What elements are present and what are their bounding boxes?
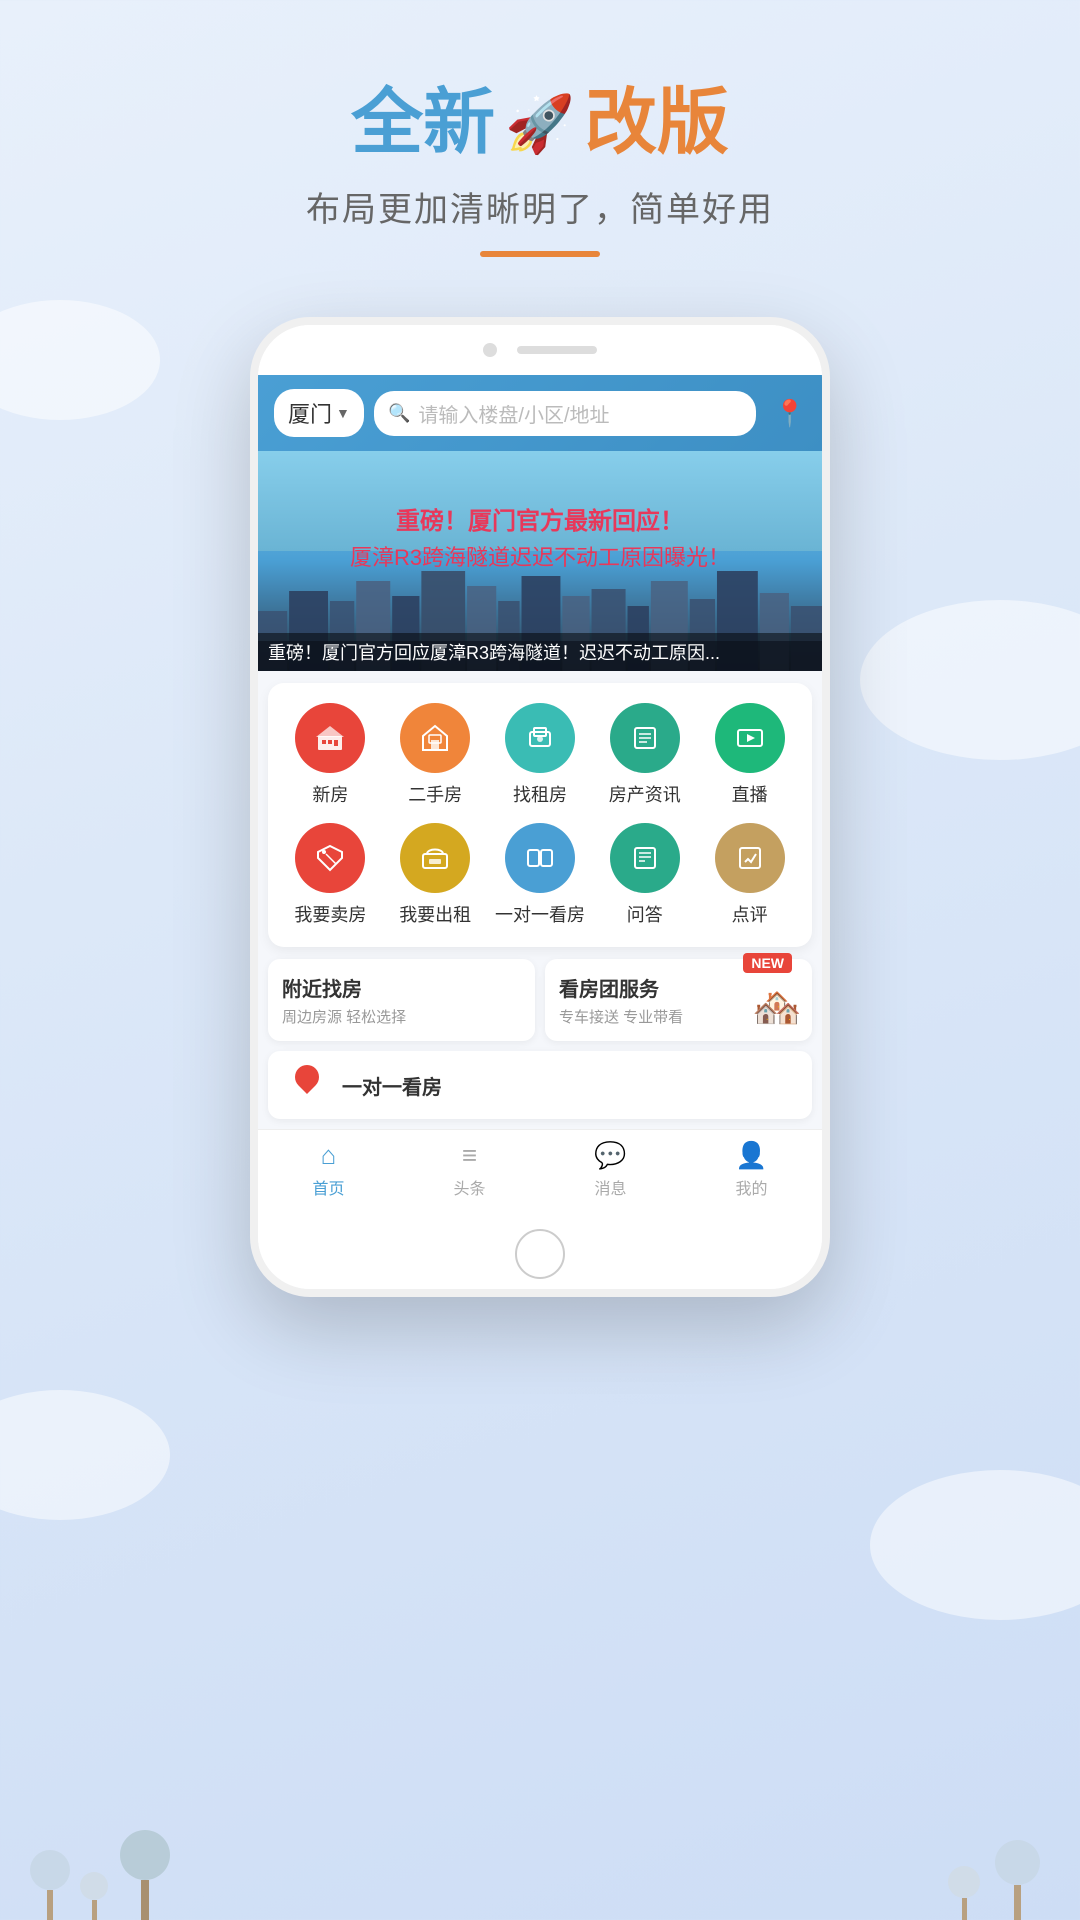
phone-camera <box>483 343 497 357</box>
banner-sub-text: 厦漳R3跨海隧道迟迟不动工原因曝光！ <box>258 540 822 572</box>
header-title: 全新 🚀 改版 <box>0 80 1080 166</box>
tab-profile[interactable]: 👤 我的 <box>712 1140 792 1199</box>
new-badge: NEW <box>743 953 792 973</box>
tree-left-2 <box>80 1872 108 1920</box>
profile-tab-label: 我的 <box>735 1175 767 1199</box>
menu-grid-card: 新房 二手房 <box>268 683 812 947</box>
banner-bottom-text: 重磅！厦门官方回应厦漳R3跨海隧道！迟迟不动工原因... <box>258 633 822 671</box>
banner-main-text: 重磅！厦门官方最新回应！ <box>258 501 822 536</box>
home-tab-label: 首页 <box>312 1175 344 1199</box>
menu-item-new-house[interactable]: 新房 <box>285 703 375 807</box>
menu-row-1: 新房 二手房 <box>278 703 802 807</box>
bg-cloud-4 <box>870 1470 1080 1620</box>
tab-bar: ⌂ 首页 ≡ 头条 💬 消息 👤 我的 <box>258 1129 822 1215</box>
one-on-one-label: 一对一看房 <box>495 901 585 927</box>
sell-label: 我要卖房 <box>294 901 366 927</box>
menu-item-lease[interactable]: 我要出租 <box>390 823 480 927</box>
search-input-wrap[interactable]: 🔍 请输入楼盘/小区/地址 <box>374 391 756 436</box>
menu-item-review[interactable]: 点评 <box>705 823 795 927</box>
tree-right-1 <box>995 1840 1040 1920</box>
menu-item-live[interactable]: 直播 <box>705 703 795 807</box>
tree-left-3 <box>120 1830 170 1920</box>
underline-decoration <box>480 251 600 257</box>
review-icon <box>715 823 785 893</box>
news-label: 房产资讯 <box>609 781 681 807</box>
viewing-card[interactable]: NEW 看房团服务 专车接送 专业带看 🏘️ <box>545 959 812 1041</box>
tree-left-1 <box>30 1850 70 1920</box>
home-tab-icon: ⌂ <box>321 1140 337 1171</box>
menu-row-2: 我要卖房 我要出租 <box>278 823 802 927</box>
news-icon <box>610 703 680 773</box>
one-on-one-text: 一对一看房 <box>342 1071 442 1100</box>
city-selector[interactable]: 厦门 ▼ <box>274 389 364 437</box>
qa-label: 问答 <box>627 901 663 927</box>
map-pin-icon <box>290 1060 324 1094</box>
nearby-title: 附近找房 <box>282 973 521 1002</box>
one-on-one-card[interactable]: 一对一看房 <box>268 1051 812 1119</box>
bottom-cards: 附近找房 周边房源 轻松选择 NEW 看房团服务 专车接送 专业带看 🏘️ <box>268 959 812 1041</box>
rent-label: 找租房 <box>513 781 567 807</box>
menu-item-rent[interactable]: 找租房 <box>495 703 585 807</box>
lease-label: 我要出租 <box>399 901 471 927</box>
menu-item-one-on-one[interactable]: 一对一看房 <box>495 823 585 927</box>
second-hand-icon <box>400 703 470 773</box>
phone-top-bar <box>258 325 822 375</box>
review-label: 点评 <box>732 901 768 927</box>
tab-home[interactable]: ⌂ 首页 <box>289 1140 369 1199</box>
banner-text-overlay: 重磅！厦门官方最新回应！ 厦漳R3跨海隧道迟迟不动工原因曝光！ <box>258 501 822 572</box>
sell-icon <box>295 823 365 893</box>
nearby-card[interactable]: 附近找房 周边房源 轻松选择 <box>268 959 535 1041</box>
phone-frame: 厦门 ▼ 🔍 请输入楼盘/小区/地址 📍 <box>250 317 830 1297</box>
nearby-subtitle: 周边房源 轻松选择 <box>282 1006 521 1027</box>
location-icon[interactable]: 📍 <box>774 398 806 429</box>
tab-news[interactable]: ≡ 头条 <box>430 1140 510 1199</box>
live-label: 直播 <box>732 781 768 807</box>
lease-icon <box>400 823 470 893</box>
one-on-one-icon <box>505 823 575 893</box>
phone-speaker <box>517 346 597 354</box>
phone-wrapper: 厦门 ▼ 🔍 请输入楼盘/小区/地址 📍 <box>0 317 1080 1297</box>
title-text-2: 改版 <box>585 80 729 166</box>
title-text-1: 全新 <box>351 80 495 166</box>
rent-icon <box>505 703 575 773</box>
tree-right-2 <box>948 1866 980 1920</box>
home-button[interactable] <box>515 1229 565 1279</box>
qa-icon <box>610 823 680 893</box>
tab-message[interactable]: 💬 消息 <box>571 1140 651 1199</box>
banner-area[interactable]: 重磅！厦门官方最新回应！ 厦漳R3跨海隧道迟迟不动工原因曝光！ 重磅！厦门官方回… <box>258 451 822 671</box>
menu-item-second-hand[interactable]: 二手房 <box>390 703 480 807</box>
search-bar-area: 厦门 ▼ 🔍 请输入楼盘/小区/地址 📍 <box>258 375 822 451</box>
menu-item-sell[interactable]: 我要卖房 <box>285 823 375 927</box>
news-tab-icon: ≡ <box>462 1140 477 1171</box>
chevron-down-icon: ▼ <box>336 405 350 421</box>
viewing-card-image: 🏘️ <box>752 984 802 1031</box>
app-content: 厦门 ▼ 🔍 请输入楼盘/小区/地址 📍 <box>258 375 822 1289</box>
new-house-label: 新房 <box>312 781 348 807</box>
menu-item-qa[interactable]: 问答 <box>600 823 690 927</box>
rocket-icon: 🚀 <box>505 90 575 157</box>
message-tab-icon: 💬 <box>594 1140 626 1171</box>
news-tab-label: 头条 <box>453 1175 485 1199</box>
profile-tab-icon: 👤 <box>735 1140 767 1171</box>
live-icon <box>715 703 785 773</box>
search-icon: 🔍 <box>388 403 410 424</box>
bg-cloud-3 <box>0 1390 170 1520</box>
header-section: 全新 🚀 改版 布局更加清晰明了，简单好用 <box>0 0 1080 297</box>
header-subtitle: 布局更加清晰明了，简单好用 <box>0 182 1080 231</box>
search-placeholder-text: 请输入楼盘/小区/地址 <box>418 399 609 428</box>
new-house-icon <box>295 703 365 773</box>
home-button-area <box>258 1215 822 1289</box>
message-tab-label: 消息 <box>594 1175 626 1199</box>
city-name: 厦门 <box>288 397 332 429</box>
menu-item-news[interactable]: 房产资讯 <box>600 703 690 807</box>
map-pin-area <box>282 1065 332 1105</box>
second-hand-label: 二手房 <box>408 781 462 807</box>
